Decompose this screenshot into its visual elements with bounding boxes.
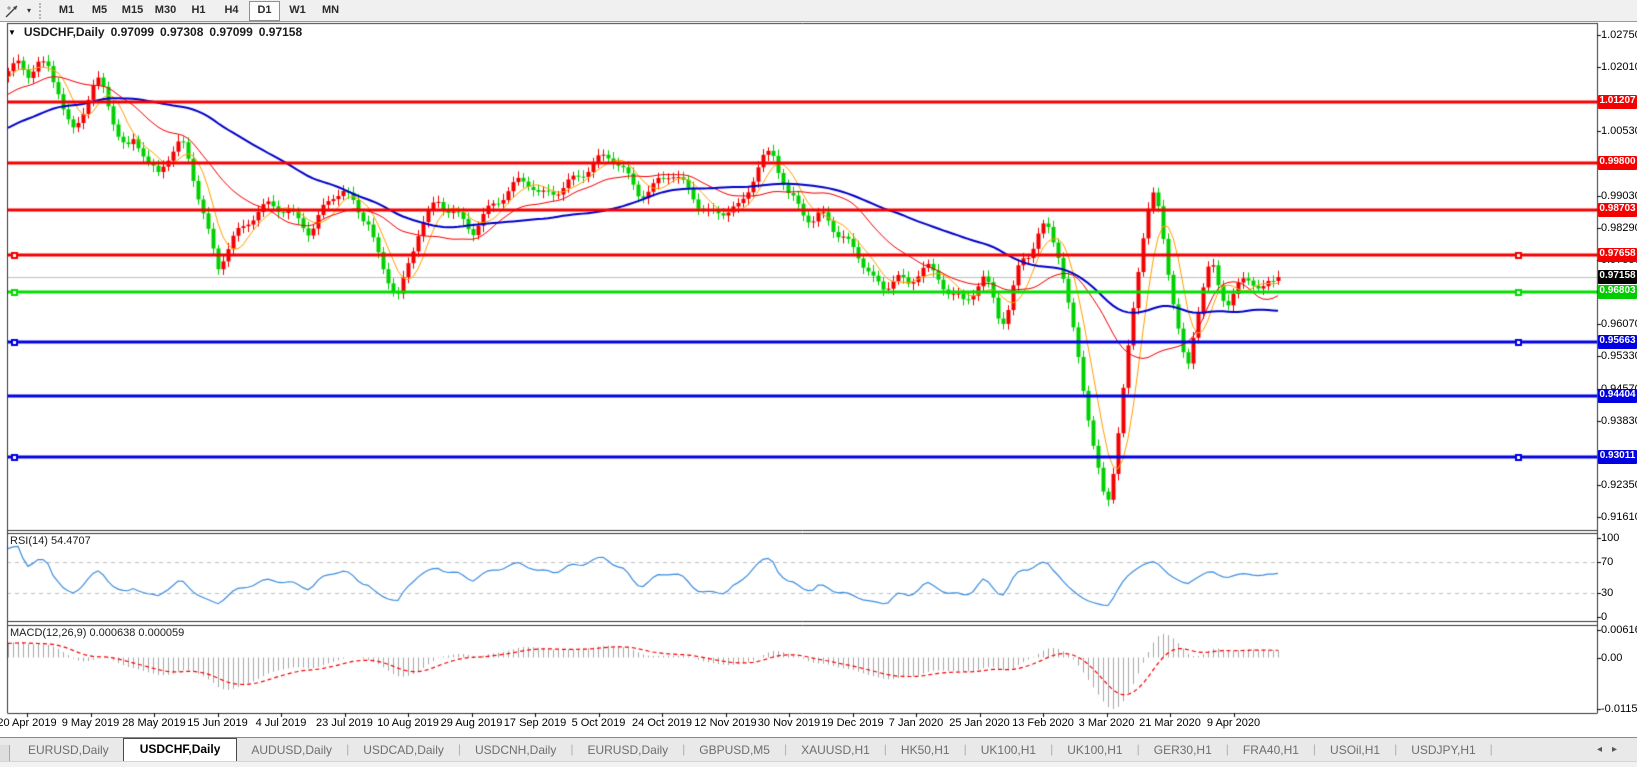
tab-usdcnh-daily[interactable]: USDCNH,Daily — [461, 740, 570, 761]
price-tick-label: 1.02010 — [1601, 61, 1637, 73]
chart-tabbar: EURUSD,DailyUSDCHF,DailyAUDUSD,Daily|USD… — [0, 737, 1637, 766]
date-tick-label: 9 Apr 2020 — [1189, 717, 1279, 729]
price-level-tag[interactable]: 0.97658 — [1598, 248, 1637, 262]
rsi-tick-label: 100 — [1601, 532, 1619, 544]
price-tick-label: 0.91610 — [1601, 511, 1637, 523]
price-tick-label: 0.92350 — [1601, 479, 1637, 491]
tab-audusd-daily[interactable]: AUDUSD,Daily — [237, 740, 346, 761]
toolbar: ▾ M1M5M15M30H1H4D1W1MN — [0, 0, 1637, 22]
timeframe-buttons: M1M5M15M30H1H4D1W1MN — [50, 1, 347, 21]
price-tick-label: 0.95330 — [1601, 350, 1637, 362]
timeframe-h1[interactable]: H1 — [183, 1, 214, 21]
tab-scroll-arrows[interactable]: ◂▸ — [1597, 744, 1627, 755]
rsi-indicator-label: RSI(14) 54.4707 — [10, 535, 91, 547]
price-tick-label: 0.98290 — [1601, 222, 1637, 234]
price-tick-label: 1.02750 — [1601, 29, 1637, 41]
tab-usoil-h1[interactable]: USOil,H1 — [1316, 740, 1394, 761]
ohlc-close: 0.97158 — [259, 25, 302, 39]
tab-usdchf-daily[interactable]: USDCHF,Daily — [123, 738, 238, 761]
tab-eurusd-daily[interactable]: EURUSD,Daily — [573, 740, 682, 761]
rsi-tick-label: 30 — [1601, 587, 1613, 599]
price-level-tag[interactable]: 0.93011 — [1598, 450, 1637, 464]
tab-uk100-h1[interactable]: UK100,H1 — [967, 740, 1050, 761]
macd-tick-label: -0.01153 — [1601, 703, 1637, 715]
tab-gbpusd-m5[interactable]: GBPUSD,M5 — [685, 740, 784, 761]
tab-ger30-h1[interactable]: GER30,H1 — [1140, 740, 1226, 761]
price-tick-label: 1.00530 — [1601, 125, 1637, 137]
current-price-tag: 0.97158 — [1598, 270, 1637, 284]
price-level-tag[interactable]: 0.98703 — [1598, 203, 1637, 217]
tab-uk100-h1[interactable]: UK100,H1 — [1053, 740, 1136, 761]
price-level-tag[interactable]: 0.95663 — [1598, 335, 1637, 349]
toolbar-grip — [39, 3, 44, 19]
line-studies-icon[interactable] — [1, 2, 23, 20]
chart-canvas[interactable] — [0, 22, 1637, 737]
timeframe-m30[interactable]: M30 — [150, 1, 181, 21]
price-level-tag[interactable]: 0.99800 — [1598, 156, 1637, 170]
price-level-tag[interactable]: 0.96803 — [1598, 285, 1637, 299]
timeframe-m15[interactable]: M15 — [117, 1, 148, 21]
tab-fra40-h1[interactable]: FRA40,H1 — [1229, 740, 1313, 761]
price-level-tag[interactable]: 1.01207 — [1598, 95, 1637, 109]
tab-hk50-h1[interactable]: HK50,H1 — [887, 740, 964, 761]
tab-eurusd-daily[interactable]: EURUSD,Daily — [14, 740, 123, 761]
price-tick-label: 0.99030 — [1601, 190, 1637, 202]
price-tick-label: 0.93830 — [1601, 415, 1637, 427]
collapse-caret-icon[interactable]: ▼ — [8, 28, 16, 37]
price-level-tag[interactable]: 0.94404 — [1598, 389, 1637, 403]
tab-divider: | — [1490, 742, 1493, 756]
macd-indicator-label: MACD(12,26,9) 0.000638 0.000059 — [10, 627, 184, 639]
timeframe-m5[interactable]: M5 — [84, 1, 115, 21]
rsi-tick-label: 0 — [1601, 611, 1607, 623]
tab-usdcad-daily[interactable]: USDCAD,Daily — [349, 740, 458, 761]
timeframe-w1[interactable]: W1 — [282, 1, 313, 21]
crosshair-line-glyph — [4, 3, 20, 19]
macd-tick-label: 0.006167 — [1601, 624, 1637, 636]
tabstrip: EURUSD,DailyUSDCHF,DailyAUDUSD,Daily|USD… — [0, 738, 1595, 761]
status-strip — [0, 761, 1637, 767]
tabbar-stub — [0, 745, 10, 761]
timeframe-m1[interactable]: M1 — [51, 1, 82, 21]
chart-window: ▼ USDCHF,Daily 0.97099 0.97308 0.97099 0… — [0, 22, 1637, 737]
rsi-tick-label: 70 — [1601, 556, 1613, 568]
timeframe-mn[interactable]: MN — [315, 1, 346, 21]
timeframe-d1[interactable]: D1 — [249, 1, 280, 21]
chart-symbol-label: USDCHF,Daily — [24, 25, 105, 39]
tab-xauusd-h1[interactable]: XAUUSD,H1 — [787, 740, 884, 761]
chart-title: ▼ USDCHF,Daily 0.97099 0.97308 0.97099 0… — [8, 25, 302, 39]
toolbar-dropdown-caret[interactable]: ▾ — [23, 6, 35, 15]
ohlc-low: 0.97099 — [209, 25, 252, 39]
tab-usdjpy-h1[interactable]: USDJPY,H1 — [1397, 740, 1489, 761]
timeframe-h4[interactable]: H4 — [216, 1, 247, 21]
price-tick-label: 0.96070 — [1601, 318, 1637, 330]
tab-scroll-left-icon[interactable]: ◂ — [1597, 744, 1612, 755]
tab-scroll-right-icon[interactable]: ▸ — [1612, 744, 1627, 755]
macd-tick-label: 0.00 — [1601, 652, 1622, 664]
ohlc-open: 0.97099 — [111, 25, 154, 39]
ohlc-high: 0.97308 — [160, 25, 203, 39]
